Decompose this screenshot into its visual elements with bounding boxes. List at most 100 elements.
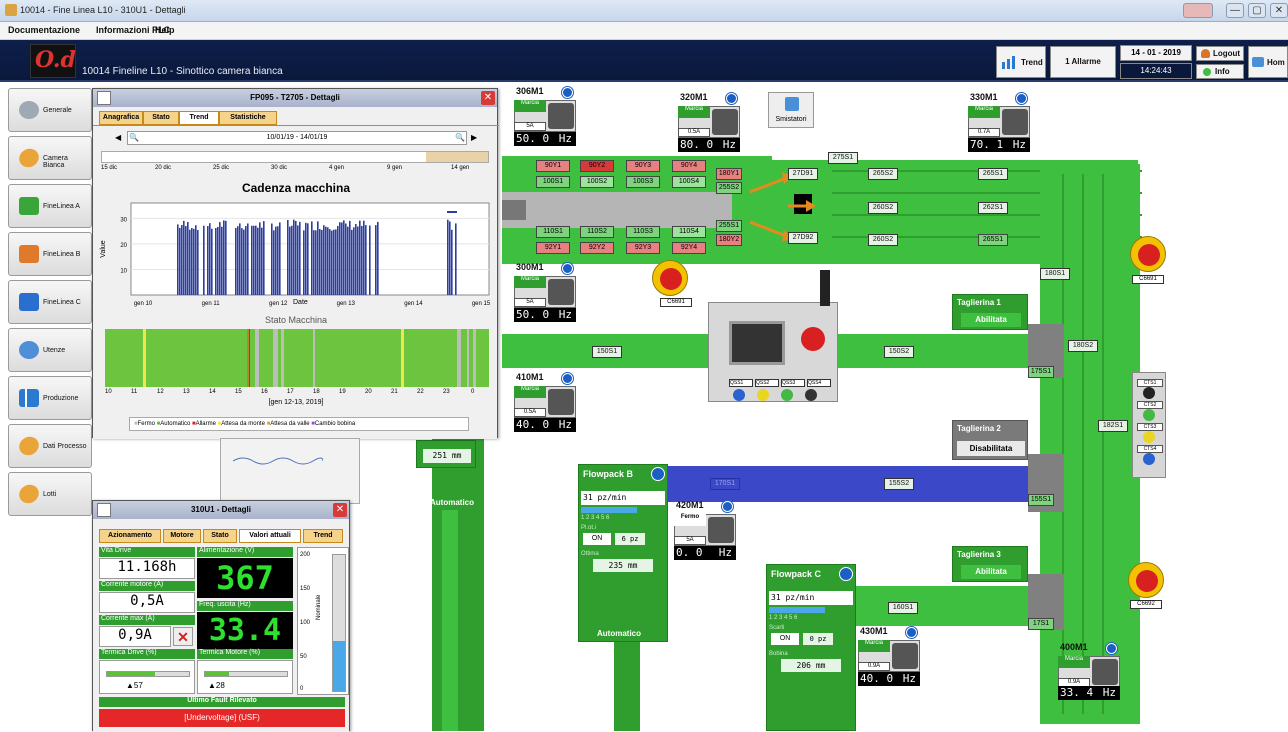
motor-300M1[interactable]: 300M1 Marcia 5A 50. 0 Hz (512, 262, 578, 326)
motor-400M1[interactable]: 400M1 Marcia 0.9A 33. 4 Hz (1056, 642, 1122, 702)
motor-420M1[interactable]: 420M1 Fermo 5A 0. 0 Hz (672, 500, 738, 564)
motor-icon (1092, 659, 1118, 685)
motor-icon (712, 109, 738, 135)
maximize-button[interactable]: ▢ (1248, 3, 1266, 18)
logout-button[interactable]: Logout (1196, 46, 1244, 61)
side-lamp-blue[interactable] (1143, 453, 1155, 465)
emergency-stop-2[interactable] (1130, 236, 1166, 272)
label-tag: 180Y2 (716, 234, 742, 246)
sidebar-item-produzione[interactable]: Produzione (8, 376, 92, 420)
x-tick: gen 12 (269, 301, 288, 307)
zoom-icon[interactable]: 🔍 (455, 133, 465, 142)
minimize-button[interactable]: — (1226, 3, 1244, 18)
term-drive-value: 57 (133, 681, 143, 690)
info-button[interactable]: Info (1196, 64, 1244, 79)
drive-dialog: 310U1 - Dettagli ✕ Azionamento Motore St… (92, 500, 350, 732)
timeline-scroller[interactable] (101, 151, 489, 163)
x-tick: gen 11 (202, 301, 221, 307)
emergency-stop-1[interactable] (652, 260, 688, 296)
tab-anagrafica[interactable]: Anagrafica (99, 111, 143, 125)
alarms-button[interactable]: 1 Allarme (1050, 46, 1116, 78)
home-button[interactable]: Hom (1248, 46, 1288, 78)
sidebar-item-lotti[interactable]: Lotti (8, 472, 92, 516)
close-icon[interactable]: ✕ (481, 91, 495, 105)
conveyor-160 (852, 586, 1042, 626)
sidebar-item-finelinea-a[interactable]: FineLinea A (8, 184, 92, 228)
tab-motore[interactable]: Motore (163, 529, 201, 543)
state-ticks: 10 11 12 13 14 15 16 17 18 19 20 21 22 2… (105, 389, 475, 395)
state-stripe (273, 329, 278, 387)
taglierina-1-panel[interactable]: Taglierina 1 Abilitata (952, 294, 1028, 330)
label-tag: 265S2 (868, 168, 898, 180)
cadence-bar (257, 227, 259, 295)
info-dot-icon (1203, 68, 1211, 76)
taglierina-2-panel[interactable]: Taglierina 2 Disabilitata (952, 420, 1028, 460)
blue-lamp[interactable] (733, 389, 745, 401)
drive-dialog-window-icon (97, 503, 111, 517)
cadence-bar (207, 225, 209, 295)
sidebar-item-utenze[interactable]: Utenze (8, 328, 92, 372)
sidebar-item-finelinea-c[interactable]: FineLinea C (8, 280, 92, 324)
flowpack-c-on: ON (771, 633, 799, 645)
sidebar-item-generale[interactable]: Generale (8, 88, 92, 132)
flowpack-b-outfeed (614, 642, 640, 731)
estop-button[interactable] (801, 327, 825, 351)
tab-valori-attuali[interactable]: Valori attuali (239, 529, 301, 543)
emergency-stop-3[interactable] (1128, 562, 1164, 598)
users-gear-icon (19, 341, 39, 359)
cadence-bar (183, 220, 185, 295)
label-tag: 170S1 (710, 478, 740, 490)
cadence-bar (325, 226, 327, 295)
tab-azionamento[interactable]: Azionamento (99, 529, 161, 543)
tab-trend[interactable]: Trend (179, 111, 219, 125)
label-tag: 160S1 (888, 602, 918, 614)
trend-button[interactable]: Trend (996, 46, 1046, 78)
date-range-field[interactable]: 10/01/19 - 14/01/19 (127, 131, 467, 145)
yellow-lamp[interactable] (757, 389, 769, 401)
side-lamp-yellow[interactable] (1143, 431, 1155, 443)
cadence-bar (339, 222, 341, 295)
cadence-bar (361, 225, 363, 295)
reset-max-icon[interactable]: ✕ (173, 627, 193, 646)
close-window-button[interactable]: ✕ (1270, 3, 1288, 18)
timeline-window[interactable] (426, 152, 488, 162)
info-icon (1016, 93, 1027, 104)
menu-documentazione[interactable]: Documentazione (8, 25, 80, 35)
side-lamp-green[interactable] (1143, 409, 1155, 421)
motor-320M1[interactable]: 320M1 Marcia 0.5A 80. 0 Hz (676, 92, 742, 156)
flowpack-c-info-icon[interactable] (839, 567, 853, 581)
next-arrow-icon[interactable]: ▶ (471, 133, 477, 142)
motor-330M1[interactable]: 330M1 Marcia 0.7A 70. 1 Hz (966, 92, 1032, 156)
sidebar-item-camera-bianca[interactable]: Camera Bianca (8, 136, 92, 180)
tab-trend[interactable]: Trend (303, 529, 343, 543)
motor-410M1[interactable]: 410M1 Marcia 0.5A 40. 0 Hz (512, 372, 578, 436)
smistatori-button[interactable]: Smistatori (768, 92, 814, 128)
sidebar-item-finelinea-b[interactable]: FineLinea B (8, 232, 92, 276)
tab-stato[interactable]: Stato (203, 529, 237, 543)
tab-stato[interactable]: Stato (143, 111, 179, 125)
gauge-fill (333, 641, 345, 691)
cadence-bar (359, 220, 361, 295)
sidebar-item-dati-processo[interactable]: Dati Processo (8, 424, 92, 468)
freq-value: 33.4 (197, 612, 293, 650)
cadence-bar (369, 225, 371, 295)
flowpack-b-info-icon[interactable] (651, 467, 665, 481)
close-icon[interactable]: ✕ (333, 503, 347, 517)
legend-attesa-valle: Attesa da valle (270, 421, 310, 427)
motor-430M1[interactable]: 430M1 Marcia 0.9A 40. 0 Hz (856, 626, 922, 690)
estop-tag: C6691 (1132, 275, 1164, 284)
zoom-icon[interactable]: 🔍 (129, 133, 139, 142)
taglierina-3-panel[interactable]: Taglierina 3 Abilitata (952, 546, 1028, 582)
side-lamp-black[interactable] (1143, 387, 1155, 399)
gauge-label: Nominale (316, 594, 322, 620)
mini-trend (233, 457, 323, 465)
menu-help[interactable]: Help (155, 25, 175, 35)
motor-306M1[interactable]: 306M1 Marcia 5A 50. 0 Hz (512, 86, 578, 150)
term-drive-label: Termica Drive (%) (99, 649, 195, 659)
flowpack-b-ottima: 235 mm (593, 559, 653, 572)
black-lamp[interactable] (805, 389, 817, 401)
state-stripe (313, 329, 315, 387)
tab-statistiche[interactable]: Statistiche (219, 111, 277, 125)
cadence-bar (181, 225, 183, 295)
green-lamp[interactable] (781, 389, 793, 401)
